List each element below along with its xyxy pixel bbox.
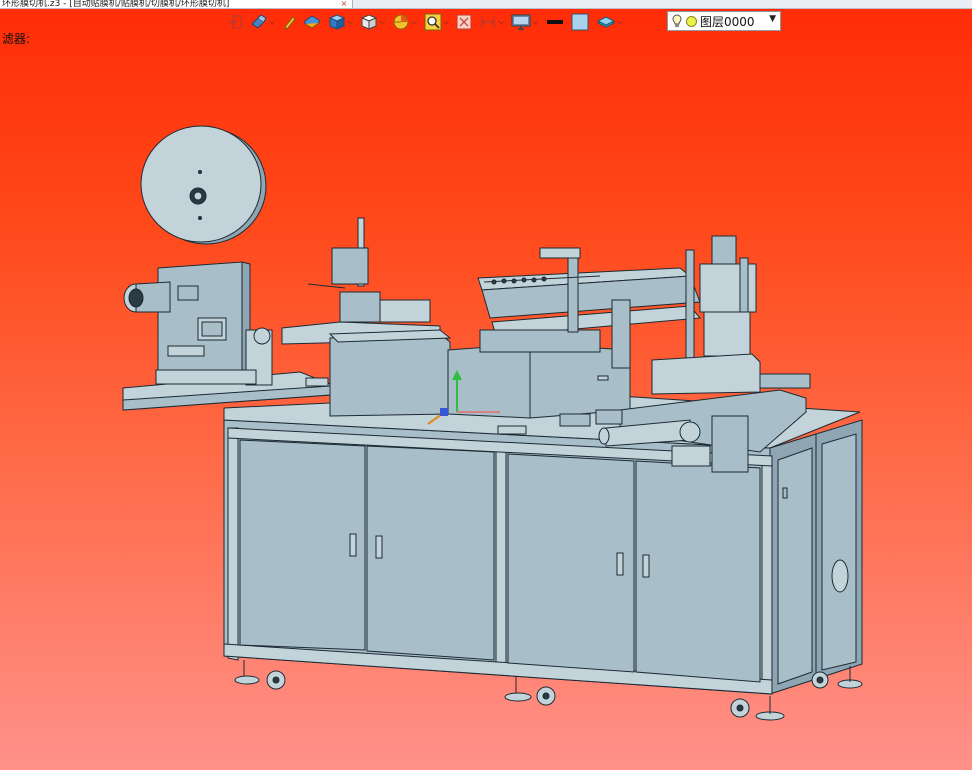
document-tab[interactable]: 环形膜切机.z3 - [自动贴膜机/贴膜机/切膜机/环形膜切机] — [0, 0, 353, 8]
layer-name: 图层0000 — [700, 14, 755, 29]
close-icon[interactable]: × — [339, 0, 349, 8]
exit-sketch-button[interactable] — [225, 12, 245, 32]
cube-shaded-icon — [328, 14, 346, 30]
chevron-down-icon: ⌵ — [616, 17, 623, 26]
zoom-view-button[interactable]: ⌵ — [422, 12, 451, 32]
fill-color-icon — [571, 13, 589, 31]
layer-select[interactable]: 图层0000 ▼ — [667, 11, 781, 31]
layer-color-swatch — [686, 15, 697, 27]
zoom-fit-button[interactable] — [454, 12, 474, 32]
film-reel — [140, 125, 267, 245]
chevron-down-icon: ⌵ — [347, 17, 354, 26]
machine-model — [122, 125, 863, 721]
dimension-icon — [481, 16, 496, 28]
wireframe-view-button[interactable]: ⌵ — [358, 12, 387, 32]
pick-filter-button[interactable]: ⌵ — [248, 12, 277, 32]
layer-manager-button[interactable]: ⌵ — [594, 12, 625, 32]
exit-sketch-icon — [228, 15, 242, 29]
line-color-button[interactable] — [544, 12, 566, 32]
fill-color-button[interactable] — [569, 12, 591, 32]
view-toolbar: ⌵ ⌵ ⌵ ⌵ ⌵ ⌵ ⌵ ⌵ — [225, 11, 625, 33]
document-tab-strip: 环形膜切机.z3 - [自动贴膜机/贴膜机/切膜机/环形膜切机] × — [0, 0, 972, 9]
cube-wire-icon — [360, 14, 378, 30]
display-button[interactable]: ⌵ — [509, 12, 540, 32]
line-color-icon — [546, 20, 563, 24]
zoom-fit-icon — [456, 14, 472, 30]
chevron-down-icon: ⌵ — [379, 17, 386, 26]
measure-button[interactable] — [301, 12, 323, 32]
ruler-icon — [304, 15, 321, 29]
dropdown-arrow-icon: ▼ — [769, 14, 776, 24]
layer-manager-icon — [596, 16, 615, 28]
sketch-button[interactable] — [280, 12, 298, 32]
chevron-down-icon: ⌵ — [411, 17, 418, 26]
pick-filter-icon — [251, 14, 267, 29]
chevron-down-icon: ⌵ — [498, 17, 505, 26]
zoom-view-icon — [424, 13, 442, 31]
bulb-icon — [672, 14, 682, 27]
section-view-button[interactable]: ⌵ — [390, 12, 419, 32]
3d-viewport[interactable]: .m { fill:#a8bec9; stroke:#1c2a33; strok… — [0, 36, 972, 770]
chevron-down-icon: ⌵ — [269, 17, 276, 26]
dimension-button[interactable]: ⌵ — [477, 12, 506, 32]
document-tab-title: 环形膜切机.z3 - [自动贴膜机/贴膜机/切膜机/环形膜切机] — [2, 0, 230, 8]
chevron-down-icon: ⌵ — [443, 17, 450, 26]
shaded-view-button[interactable]: ⌵ — [326, 12, 355, 32]
display-monitor-icon — [511, 14, 531, 30]
pencil-icon — [284, 16, 296, 30]
chevron-down-icon: ⌵ — [532, 17, 539, 26]
section-view-icon — [393, 14, 409, 30]
